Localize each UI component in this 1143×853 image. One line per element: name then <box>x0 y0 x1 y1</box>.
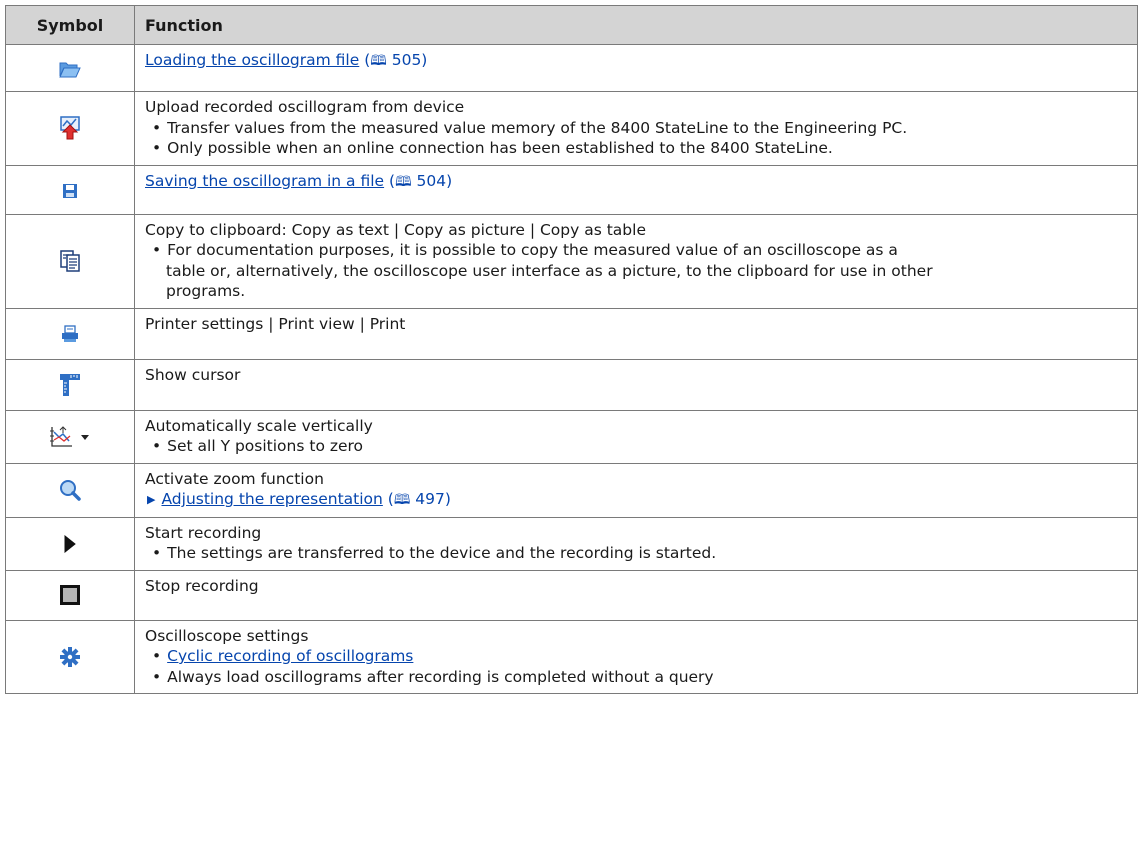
function-cell: Oscilloscope settings Cyclic recording o… <box>134 619 1138 694</box>
printer-icon[interactable] <box>61 324 79 343</box>
row-title: Oscilloscope settings <box>145 626 309 645</box>
symbol-cell <box>5 44 135 92</box>
function-cell: Upload recorded oscillogram from device … <box>134 91 1138 166</box>
symbol-cell <box>5 91 135 166</box>
bullet-continuation: table or, alternatively, the oscilloscop… <box>166 261 933 280</box>
row-title: Automatically scale vertically <box>145 416 373 435</box>
symbol-cell <box>5 462 135 518</box>
zoom-magnifier-icon[interactable] <box>59 480 81 501</box>
dropdown-arrow-icon[interactable] <box>79 426 91 445</box>
table-row: Start recording The settings are transfe… <box>5 516 1138 571</box>
table-row: Printer settings | Print view | Print <box>5 307 1138 360</box>
loading-oscillogram-link[interactable]: Loading the oscillogram file <box>145 51 359 69</box>
symbol-cell <box>5 358 135 411</box>
table-row: Loading the oscillogram file (🕮 505) <box>5 44 1138 92</box>
auto-scale-icon[interactable] <box>49 425 78 447</box>
symbol-cell <box>5 409 135 464</box>
row-title: Stop recording <box>145 576 259 595</box>
table-row: Upload recorded oscillogram from device … <box>5 91 1138 166</box>
symbol-cell <box>5 213 135 309</box>
upload-oscillogram-icon[interactable] <box>59 116 81 140</box>
bullet-item: Only possible when an online connection … <box>145 138 1127 159</box>
function-cell: Copy to clipboard: Copy as text | Copy a… <box>134 213 1138 309</box>
function-cell: Stop recording <box>134 569 1138 621</box>
function-cell: Printer settings | Print view | Print <box>134 307 1138 360</box>
table-row: Stop recording <box>5 569 1138 621</box>
table-row: Show cursor <box>5 358 1138 411</box>
table-row: Saving the oscillogram in a file (🕮 504) <box>5 164 1138 215</box>
table-row: Automatically scale vertically Set all Y… <box>5 409 1138 464</box>
table-row: Activate zoom function ▶ Adjusting the re… <box>5 462 1138 518</box>
bullet-item: Set all Y positions to zero <box>145 436 1127 457</box>
bullet-item: Always load oscillograms after recording… <box>145 667 1127 688</box>
row-title: Start recording <box>145 523 262 542</box>
open-folder-icon[interactable] <box>59 58 81 78</box>
saving-oscillogram-link[interactable]: Saving the oscillogram in a file <box>145 172 384 190</box>
book-icon: 🕮 <box>370 53 387 69</box>
bullet-item: The settings are transferred to the devi… <box>145 543 1127 564</box>
function-cell: Activate zoom function ▶ Adjusting the re… <box>134 462 1138 518</box>
stop-recording-icon[interactable] <box>60 585 80 606</box>
symbol-function-table: Symbol Function Loading the oscillogram … <box>5 5 1138 694</box>
row-title: Printer settings | Print view | Print <box>145 314 406 333</box>
symbol-cell <box>5 307 135 360</box>
symbol-cell <box>5 516 135 571</box>
copy-clipboard-icon[interactable] <box>60 250 80 272</box>
function-cell: Show cursor <box>134 358 1138 411</box>
row-title: Activate zoom function <box>145 469 324 488</box>
function-cell: Automatically scale vertically Set all Y… <box>134 409 1138 464</box>
function-cell: Loading the oscillogram file (🕮 505) <box>134 44 1138 92</box>
symbol-cell <box>5 164 135 215</box>
book-icon: 🕮 <box>395 173 412 190</box>
header-symbol: Symbol <box>5 5 135 45</box>
bullet-item: Cyclic recording of oscillograms <box>145 646 1127 667</box>
symbol-cell <box>5 569 135 621</box>
start-recording-icon[interactable] <box>63 534 77 554</box>
function-cell: Start recording The settings are transfe… <box>134 516 1138 571</box>
page-ref[interactable]: (🕮 504) <box>389 172 452 190</box>
row-title: Upload recorded oscillogram from device <box>145 98 465 116</box>
adjusting-representation-link[interactable]: Adjusting the representation <box>161 490 382 508</box>
bullet-item: Transfer values from the measured value … <box>145 118 1127 139</box>
table-header-row: Symbol Function <box>5 5 1138 45</box>
page-ref[interactable]: (🕮 505) <box>364 51 427 69</box>
symbol-cell <box>5 619 135 694</box>
link-arrow-icon: ▶ <box>147 493 156 506</box>
bullet-continuation: programs. <box>166 282 246 300</box>
row-title: Copy to clipboard: Copy as text | Copy a… <box>145 220 646 239</box>
page-ref[interactable]: (🕮 497) <box>388 490 451 508</box>
cursor-ruler-icon[interactable] <box>59 373 81 396</box>
bullet-item: For documentation purposes, it is possib… <box>145 240 1127 261</box>
function-cell: Saving the oscillogram in a file (🕮 504) <box>134 164 1138 215</box>
header-function: Function <box>134 5 1138 45</box>
book-icon: 🕮 <box>393 492 411 508</box>
settings-gear-icon[interactable] <box>60 647 80 667</box>
table-row: Oscilloscope settings Cyclic recording o… <box>5 619 1138 694</box>
save-disk-icon[interactable] <box>62 180 78 199</box>
row-title: Show cursor <box>145 365 241 384</box>
table-row: Copy to clipboard: Copy as text | Copy a… <box>5 213 1138 309</box>
cyclic-recording-link[interactable]: Cyclic recording of oscillograms <box>167 647 413 665</box>
